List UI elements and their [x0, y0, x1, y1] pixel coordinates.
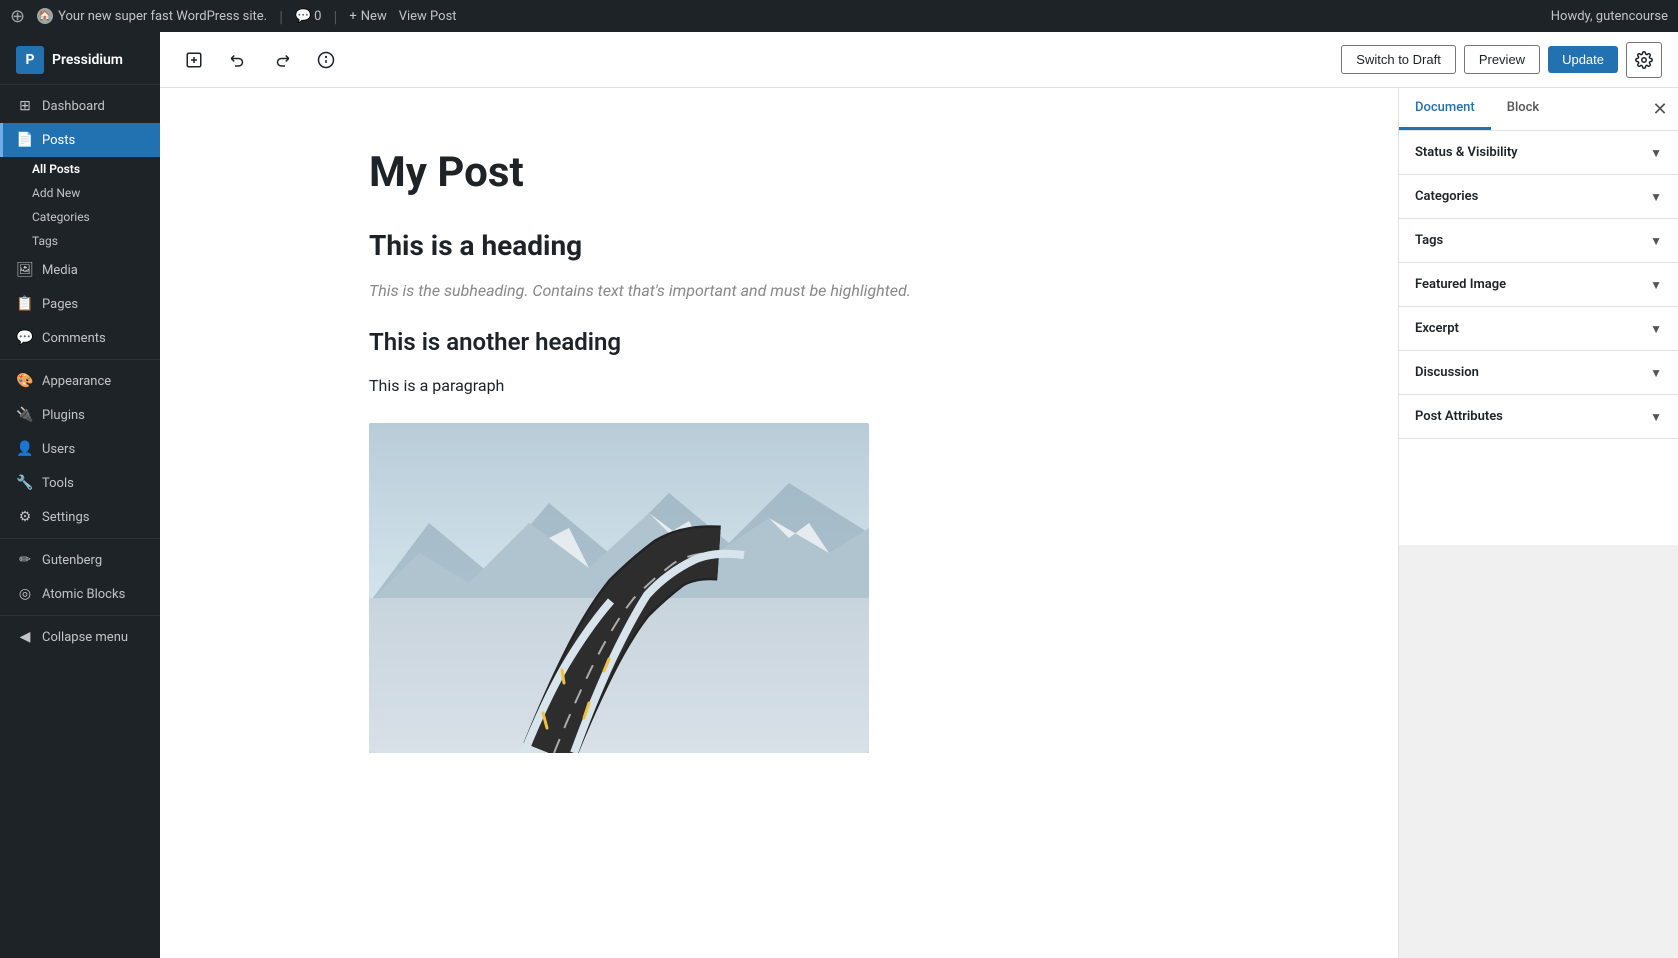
section-featured-image: Featured Image ▼: [1399, 263, 1678, 307]
post-editor[interactable]: My Post This is a heading This is the su…: [160, 88, 1398, 958]
sidebar-item-plugins[interactable]: 🔌 Plugins: [0, 398, 160, 432]
sidebar-nav: ⊞ Dashboard 📄 Posts All Posts Add New Ca…: [0, 85, 160, 658]
sidebar-item-collapse[interactable]: ◀ Collapse menu: [0, 620, 160, 654]
section-discussion: Discussion ▼: [1399, 351, 1678, 395]
comment-icon: 💬: [295, 9, 311, 24]
pages-icon: 📋: [16, 295, 34, 313]
switch-to-draft-button[interactable]: Switch to Draft: [1341, 45, 1456, 74]
users-icon: 👤: [16, 440, 34, 458]
section-header-post-attributes[interactable]: Post Attributes ▼: [1399, 395, 1678, 438]
sidebar-item-users[interactable]: 👤 Users: [0, 432, 160, 466]
section-header-featured-image[interactable]: Featured Image ▼: [1399, 263, 1678, 306]
chevron-down-icon: ▼: [1650, 146, 1662, 160]
editor-body: My Post This is a heading This is the su…: [160, 88, 1678, 958]
section-header-excerpt[interactable]: Excerpt ▼: [1399, 307, 1678, 350]
info-button[interactable]: [308, 42, 344, 78]
sidebar-brand: P Pressidium: [0, 32, 160, 85]
brand-icon: P: [16, 46, 44, 74]
update-button[interactable]: Update: [1548, 46, 1618, 73]
howdy-label: Howdy, gutencourse: [1551, 9, 1668, 24]
site-name: 🏠 Your new super fast WordPress site.: [37, 8, 267, 24]
settings-icon: ⚙: [16, 508, 34, 526]
sidebar-item-pages[interactable]: 📋 Pages: [0, 287, 160, 321]
settings-panel: Document Block ✕ Status & Visibility ▼ C…: [1398, 88, 1678, 958]
admin-bar: ⊕ 🏠 Your new super fast WordPress site. …: [0, 0, 1678, 32]
section-tags: Tags ▼: [1399, 219, 1678, 263]
gutenberg-icon: ✏: [16, 551, 34, 569]
sidebar-divider-1: [0, 359, 160, 360]
sidebar-item-tools[interactable]: 🔧 Tools: [0, 466, 160, 500]
chevron-down-icon: ▼: [1650, 190, 1662, 204]
sidebar-item-appearance[interactable]: 🎨 Appearance: [0, 364, 160, 398]
settings-panel-button[interactable]: [1626, 42, 1662, 78]
settings-tabs: Document Block ✕: [1399, 88, 1678, 131]
comments-icon: 💬: [16, 329, 34, 347]
section-header-discussion[interactable]: Discussion ▼: [1399, 351, 1678, 394]
dashboard-icon: ⊞: [16, 97, 34, 115]
tab-block[interactable]: Block: [1491, 88, 1555, 130]
editor-toolbar: Switch to Draft Preview Update: [160, 32, 1678, 88]
wordpress-logo-icon[interactable]: ⊕: [10, 6, 25, 27]
editor-container: Switch to Draft Preview Update My Post T…: [160, 32, 1678, 958]
sidebar-item-comments[interactable]: 💬 Comments: [0, 321, 160, 355]
sidebar-item-dashboard[interactable]: ⊞ Dashboard: [0, 89, 160, 123]
chevron-down-icon: ▼: [1650, 278, 1662, 292]
sidebar-sub-add-new[interactable]: Add New: [0, 181, 160, 205]
settings-panel-background: [1399, 545, 1678, 958]
tab-document[interactable]: Document: [1399, 88, 1491, 130]
sidebar-item-posts[interactable]: 📄 Posts: [0, 123, 160, 157]
post-paragraph[interactable]: This is a paragraph: [369, 372, 1189, 399]
settings-scroll[interactable]: Status & Visibility ▼ Categories ▼ Tags: [1399, 131, 1678, 545]
add-block-button[interactable]: [176, 42, 212, 78]
sidebar-item-media[interactable]: 🖼 Media: [0, 253, 160, 287]
posts-icon: 📄: [16, 131, 34, 149]
chevron-down-icon: ▼: [1650, 410, 1662, 424]
chevron-down-icon: ▼: [1650, 366, 1662, 380]
post-title[interactable]: My Post: [369, 148, 1189, 197]
section-header-categories[interactable]: Categories ▼: [1399, 175, 1678, 218]
chevron-down-icon: ▼: [1650, 234, 1662, 248]
section-excerpt: Excerpt ▼: [1399, 307, 1678, 351]
plugins-icon: 🔌: [16, 406, 34, 424]
section-post-attributes: Post Attributes ▼: [1399, 395, 1678, 439]
post-content: My Post This is a heading This is the su…: [369, 148, 1189, 753]
appearance-icon: 🎨: [16, 372, 34, 390]
sidebar-sub-categories[interactable]: Categories: [0, 205, 160, 229]
sidebar-sub-tags[interactable]: Tags: [0, 229, 160, 253]
plus-icon: +: [349, 9, 356, 24]
section-header-status-visibility[interactable]: Status & Visibility ▼: [1399, 131, 1678, 174]
chevron-down-icon: ▼: [1650, 322, 1662, 336]
view-post-link[interactable]: View Post: [399, 9, 457, 24]
new-link[interactable]: + New: [349, 9, 386, 24]
post-subheading[interactable]: This is the subheading. Contains text th…: [369, 278, 1189, 304]
comments-link[interactable]: 💬 0: [295, 9, 322, 24]
post-heading-2[interactable]: This is another heading: [369, 328, 1189, 356]
section-categories: Categories ▼: [1399, 175, 1678, 219]
atomic-blocks-icon: ◎: [16, 585, 34, 603]
collapse-icon: ◀: [16, 628, 34, 646]
preview-button[interactable]: Preview: [1464, 45, 1540, 74]
sidebar-item-settings[interactable]: ⚙ Settings: [0, 500, 160, 534]
sidebar-divider-2: [0, 538, 160, 539]
tools-icon: 🔧: [16, 474, 34, 492]
undo-button[interactable]: [220, 42, 256, 78]
post-image: [369, 423, 869, 753]
section-header-tags[interactable]: Tags ▼: [1399, 219, 1678, 262]
sidebar: P Pressidium ⊞ Dashboard 📄 Posts All Pos…: [0, 32, 160, 958]
sidebar-divider-3: [0, 615, 160, 616]
site-icon: 🏠: [37, 8, 53, 24]
road-scene-svg: [369, 423, 869, 753]
redo-button[interactable]: [264, 42, 300, 78]
settings-close-button[interactable]: ✕: [1642, 91, 1678, 127]
sidebar-item-atomic-blocks[interactable]: ◎ Atomic Blocks: [0, 577, 160, 611]
sidebar-item-gutenberg[interactable]: ✏ Gutenberg: [0, 543, 160, 577]
media-icon: 🖼: [16, 261, 34, 279]
sidebar-sub-all-posts[interactable]: All Posts: [0, 157, 160, 181]
section-status-visibility: Status & Visibility ▼: [1399, 131, 1678, 175]
post-heading-1[interactable]: This is a heading: [369, 229, 1189, 262]
